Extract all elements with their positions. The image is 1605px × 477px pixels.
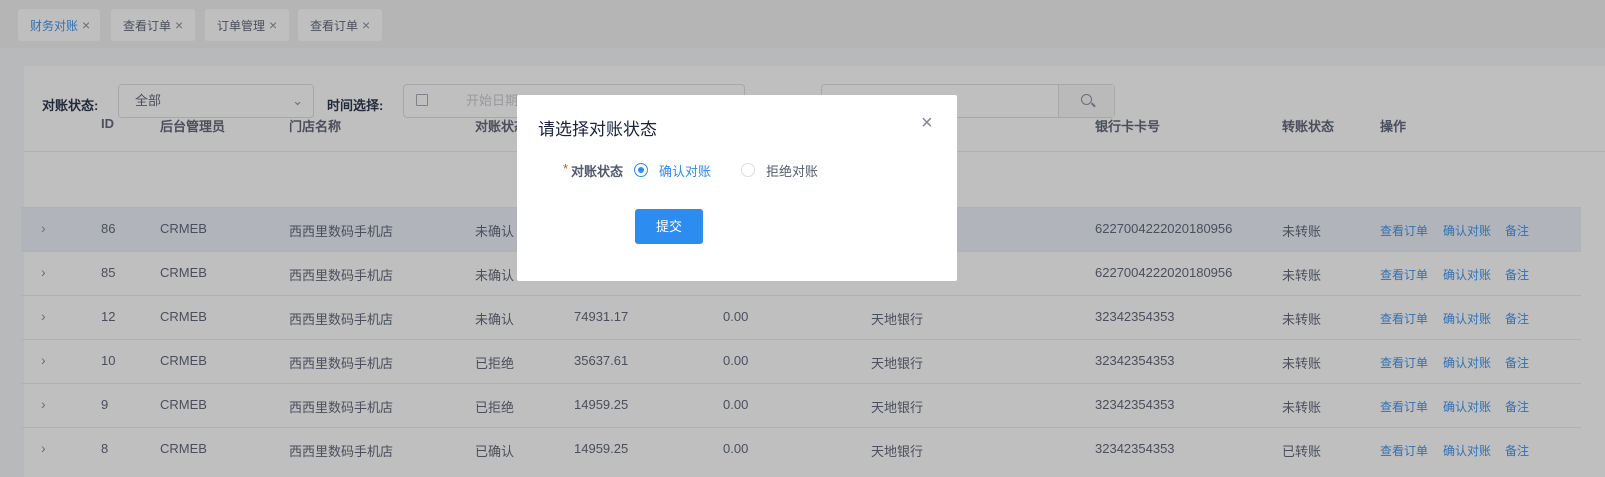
status-field-label: 对账状态	[571, 164, 624, 179]
reconcile-status-modal: 请选择对账状态 × * 对账状态 确认对账 拒绝对账 提交	[517, 95, 957, 281]
radio-confirm[interactable]	[634, 163, 648, 177]
radio-reject-label[interactable]: 拒绝对账	[766, 161, 818, 180]
radio-confirm-label[interactable]: 确认对账	[659, 161, 711, 180]
close-icon[interactable]: ×	[921, 113, 933, 133]
required-mark: *	[563, 161, 569, 176]
modal-title: 请选择对账状态	[538, 120, 657, 139]
radio-reject[interactable]	[741, 163, 755, 177]
submit-button[interactable]: 提交	[635, 209, 703, 244]
